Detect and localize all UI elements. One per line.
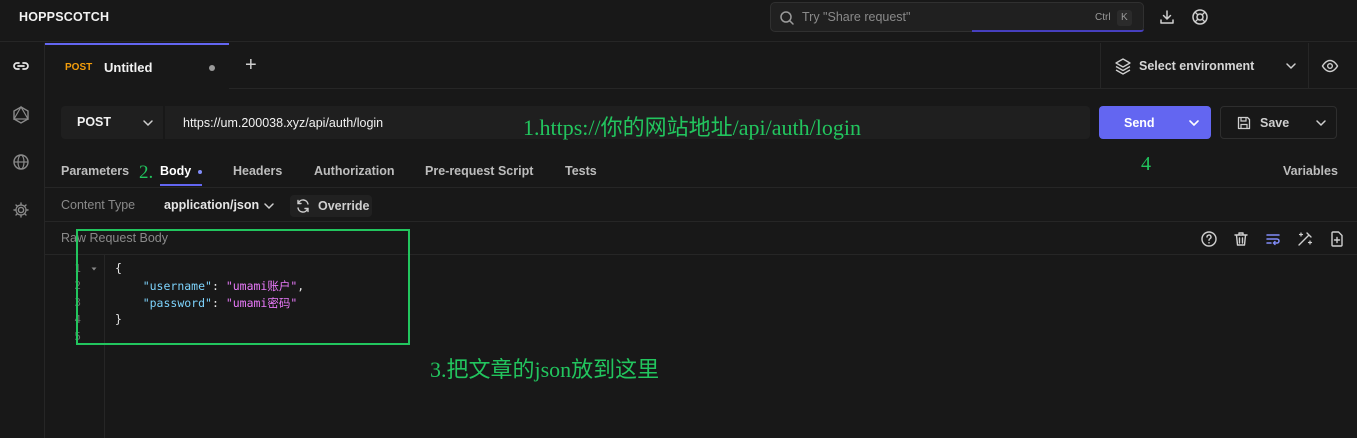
- content-type-select[interactable]: application/json: [164, 198, 259, 212]
- annotation-step4: 4: [1141, 153, 1151, 175]
- active-tab-underline: [160, 184, 202, 186]
- tab-title: Untitled: [104, 60, 153, 75]
- method-select[interactable]: POST: [61, 106, 163, 139]
- tab-body[interactable]: Body: [160, 164, 191, 178]
- body-indicator-dot: [198, 170, 202, 174]
- annotation-step3: 3.把文章的json放到这里: [430, 357, 660, 382]
- globe-icon[interactable]: [10, 151, 32, 173]
- tab-prerequest-script[interactable]: Pre-request Script: [425, 164, 533, 178]
- content-type-label: Content Type: [61, 198, 136, 212]
- sidebar: [0, 43, 45, 438]
- tab-headers[interactable]: Headers: [233, 164, 282, 178]
- environment-select[interactable]: Select environment: [1114, 57, 1304, 77]
- save-label: Save: [1260, 116, 1290, 130]
- method-label: POST: [77, 115, 112, 129]
- chevron-down-icon: [143, 120, 153, 127]
- app-brand[interactable]: HOPPSCOTCH: [19, 10, 109, 24]
- tab-variables[interactable]: Variables: [1283, 164, 1338, 178]
- eye-icon[interactable]: [1321, 57, 1339, 75]
- annotation-box: [76, 229, 410, 345]
- url-value: https://um.200038.xyz/api/auth/login: [183, 116, 384, 130]
- override-label: Override: [318, 199, 370, 213]
- divider: [45, 221, 1357, 222]
- shortcut-ctrl-key: Ctrl: [1095, 12, 1111, 23]
- support-icon[interactable]: [1191, 8, 1209, 26]
- help-icon[interactable]: [1200, 230, 1218, 248]
- search-accent-border: [972, 29, 1144, 32]
- tab-tests[interactable]: Tests: [565, 164, 597, 178]
- refresh-icon: [297, 199, 309, 213]
- divider: [45, 187, 1357, 188]
- file-import-icon[interactable]: [1328, 230, 1346, 248]
- trash-icon[interactable]: [1232, 230, 1250, 248]
- tab-parameters[interactable]: Parameters: [61, 164, 129, 178]
- chevron-down-icon[interactable]: [1314, 116, 1328, 130]
- save-icon: [1237, 116, 1251, 130]
- search-placeholder: Try "Share request": [802, 10, 911, 24]
- annotation-step1: 1.https://你的网站地址/api/auth/login: [523, 115, 861, 140]
- search-bar[interactable]: Try "Share request" Ctrl K: [770, 2, 1144, 32]
- request-tab-bar: POST Untitled + Select environment: [45, 43, 1357, 89]
- send-label: Send: [1124, 116, 1155, 130]
- save-button[interactable]: Save: [1220, 106, 1337, 139]
- top-bar: HOPPSCOTCH Try "Share request" Ctrl K: [0, 0, 1357, 42]
- link-icon[interactable]: [10, 55, 32, 77]
- chevron-down-icon[interactable]: [1187, 116, 1201, 130]
- request-tab-untitled[interactable]: POST Untitled: [45, 43, 229, 89]
- tab-method-label: POST: [65, 62, 93, 73]
- shortcut-k-key: K: [1117, 10, 1132, 26]
- unsaved-dot[interactable]: [209, 65, 215, 71]
- add-tab-button[interactable]: +: [245, 55, 257, 75]
- download-icon[interactable]: [1158, 8, 1176, 26]
- annotation-step2: 2.: [139, 162, 154, 183]
- chevron-down-icon[interactable]: [262, 199, 276, 213]
- wrap-lines-icon[interactable]: [1264, 230, 1282, 248]
- tab-authorization[interactable]: Authorization: [314, 164, 395, 178]
- override-button[interactable]: Override: [290, 195, 372, 217]
- layers-icon: [1115, 58, 1131, 75]
- search-icon: [780, 11, 794, 25]
- environment-label: Select environment: [1139, 59, 1255, 73]
- send-button[interactable]: Send: [1099, 106, 1211, 139]
- divider: [1308, 43, 1309, 89]
- magic-wand-icon[interactable]: [1296, 230, 1314, 248]
- graphql-icon[interactable]: [10, 104, 32, 126]
- settings-icon[interactable]: [10, 199, 32, 221]
- chevron-down-icon: [1286, 63, 1296, 70]
- divider: [1100, 43, 1101, 89]
